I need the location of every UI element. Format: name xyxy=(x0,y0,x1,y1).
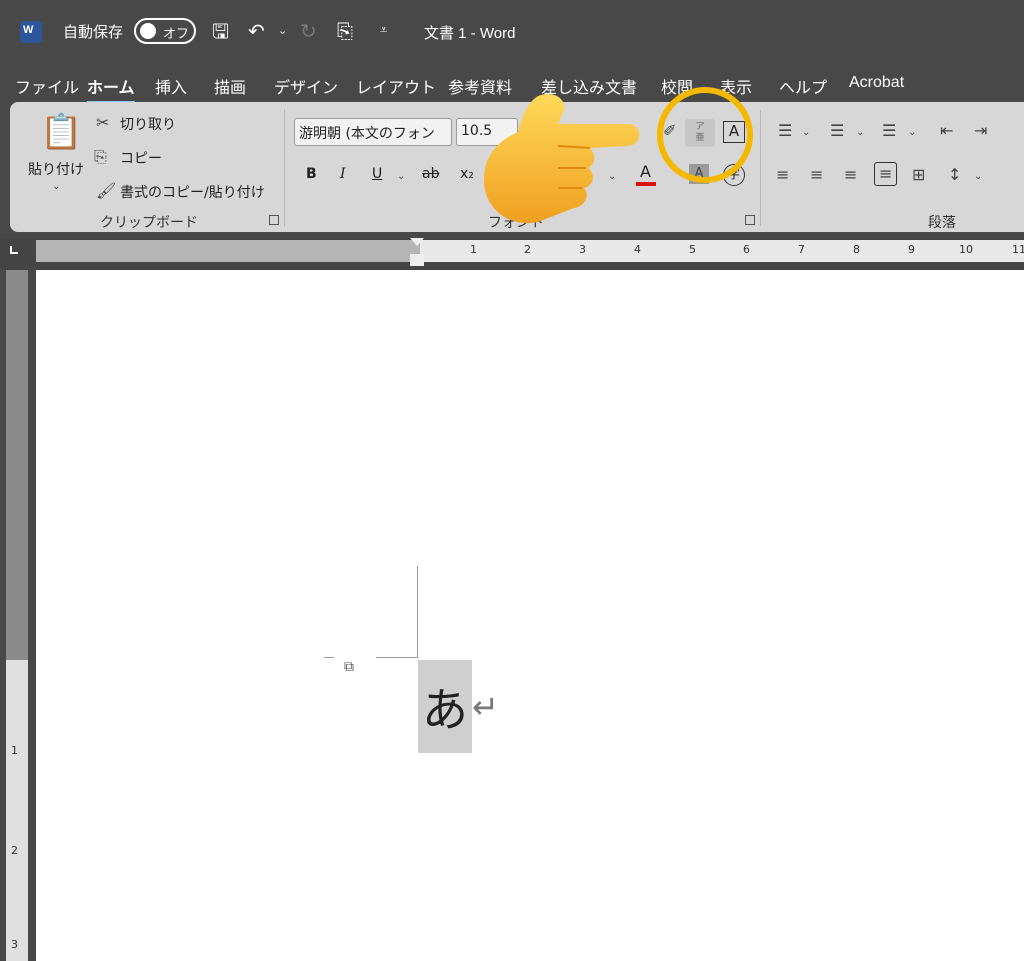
customize-toolbar-icon[interactable]: ⩡ xyxy=(380,20,387,42)
ruler-number: 9 xyxy=(908,243,915,256)
tab-draw[interactable]: 描画 xyxy=(214,74,246,98)
bold-button[interactable]: B xyxy=(306,166,317,182)
align-right-icon[interactable]: ≡ xyxy=(844,166,857,184)
ruler-number: 10 xyxy=(959,243,973,256)
paste-icon[interactable]: 📋 xyxy=(40,114,82,150)
ruler-top-margin xyxy=(6,270,28,660)
group-separator xyxy=(284,110,285,226)
multilevel-dropdown-icon[interactable]: ⌄ xyxy=(908,124,916,142)
autosave-label: 自動保存 xyxy=(63,23,124,41)
tab-file[interactable]: ファイル xyxy=(15,74,79,98)
document-text[interactable]: あ xyxy=(422,674,468,740)
tab-design[interactable]: デザイン xyxy=(274,74,338,98)
undo-icon[interactable]: ↶ xyxy=(248,20,265,42)
autosave-state: オフ xyxy=(163,27,190,42)
numbering-icon[interactable]: ☰ xyxy=(830,122,844,140)
increase-indent-icon[interactable]: ⇥ xyxy=(974,122,987,140)
ruler-number: 3 xyxy=(579,243,586,256)
bullets-icon[interactable]: ☰ xyxy=(778,122,792,140)
tab-help[interactable]: ヘルプ xyxy=(779,74,827,98)
undo-dropdown-icon[interactable]: ⌄ xyxy=(278,20,287,42)
line-spacing-dropdown-icon[interactable]: ⌄ xyxy=(974,168,982,186)
tab-acrobat[interactable]: Acrobat xyxy=(849,74,904,92)
paragraph-group-label: 段落 xyxy=(928,215,956,231)
underline-dropdown-icon[interactable]: ⌄ xyxy=(397,168,405,186)
autosave-toggle[interactable]: オフ xyxy=(134,18,196,44)
cut-button[interactable]: 切り取り xyxy=(120,114,176,134)
ruler-number: 6 xyxy=(743,243,750,256)
decrease-indent-icon[interactable]: ⇤ xyxy=(940,122,953,140)
ruler-number: 7 xyxy=(798,243,805,256)
ruler-number: 5 xyxy=(689,243,696,256)
ruler-number: 2 xyxy=(524,243,531,256)
ruler-text-area xyxy=(6,660,28,961)
copy-icon[interactable]: ⎘ xyxy=(94,148,107,166)
tab-layout[interactable]: レイアウト xyxy=(356,74,436,98)
paragraph-mark-icon: ↵ xyxy=(472,688,499,726)
format-painter-button[interactable]: 書式のコピー/貼り付け xyxy=(120,182,265,202)
copy-button[interactable]: コピー xyxy=(120,148,162,168)
justify-icon[interactable]: ≡ xyxy=(874,162,898,186)
scissors-icon[interactable]: ✂ xyxy=(96,114,109,132)
tab-insert[interactable]: 挿入 xyxy=(155,74,187,98)
clipboard-group-label: クリップボード xyxy=(100,215,198,231)
group-separator xyxy=(760,110,761,226)
italic-button[interactable]: I xyxy=(340,166,346,182)
bullets-dropdown-icon[interactable]: ⌄ xyxy=(802,124,810,142)
multilevel-list-icon[interactable]: ☰ xyxy=(882,122,896,140)
font-launcher-icon[interactable] xyxy=(745,215,755,225)
underline-button[interactable]: U xyxy=(372,166,382,182)
document-title: 文書 1 - Word xyxy=(424,25,516,42)
margin-corner-mark xyxy=(376,657,418,658)
word-icon: W xyxy=(20,21,42,43)
clipboard-quick-icon[interactable]: ⎘ xyxy=(337,20,353,42)
align-center-icon[interactable]: ≡ xyxy=(810,166,823,184)
redo-icon[interactable]: ↻ xyxy=(300,20,317,42)
highlight-ring xyxy=(657,87,753,183)
title-bar: W 自動保存 オフ 🖫 ↶ ⌄ ↻ ⎘ ⩡ 文書 1 - Word xyxy=(0,0,1024,62)
line-spacing-icon[interactable]: ↕ xyxy=(948,166,961,184)
font-name-combo[interactable]: 游明朝 (本文のフォン xyxy=(294,118,452,146)
subscript-button[interactable]: x₂ xyxy=(460,166,474,182)
ruler-number: 3 xyxy=(11,938,18,951)
ruler-text-area xyxy=(420,240,1024,262)
ruler-number: 1 xyxy=(470,243,477,256)
ruler-number: 2 xyxy=(11,844,18,857)
margin-corner-mark xyxy=(324,657,334,658)
numbering-dropdown-icon[interactable]: ⌄ xyxy=(856,124,864,142)
distributed-icon[interactable]: ⊞ xyxy=(912,166,925,184)
vertical-ruler[interactable]: 1 2 3 xyxy=(0,270,36,961)
toggle-knob xyxy=(140,23,156,39)
clipboard-launcher-icon[interactable] xyxy=(269,215,279,225)
strikethrough-button[interactable]: ab xyxy=(422,166,439,182)
format-painter-icon[interactable]: 🖌 xyxy=(96,182,116,200)
ruler-margin xyxy=(36,240,420,262)
margin-corner-mark xyxy=(417,566,418,658)
tab-home[interactable]: ホーム xyxy=(87,74,135,104)
ruler-number: 4 xyxy=(634,243,641,256)
first-line-indent-marker[interactable] xyxy=(410,238,424,246)
ruler-number: 8 xyxy=(853,243,860,256)
paste-button[interactable]: 貼り付け xyxy=(28,159,84,179)
ruler-number: 1 xyxy=(11,744,18,757)
left-indent-marker[interactable] xyxy=(410,254,424,266)
paste-options-icon[interactable]: ⧉ xyxy=(344,659,354,675)
document-page[interactable]: ⧉ あ ↵ xyxy=(36,270,1024,961)
save-icon[interactable]: 🖫 xyxy=(212,20,229,42)
align-left-icon[interactable]: ≡ xyxy=(776,166,789,184)
paste-dropdown-icon[interactable]: ⌄ xyxy=(52,178,60,196)
pointing-hand-icon xyxy=(484,93,640,224)
horizontal-ruler[interactable]: 1 2 3 4 5 6 7 8 9 10 11 xyxy=(0,238,1024,270)
word-window: W 自動保存 オフ 🖫 ↶ ⌄ ↻ ⎘ ⩡ 文書 1 - Word ファイル ホ… xyxy=(0,0,1024,961)
ruler-number: 11 xyxy=(1012,243,1024,256)
tab-selector-icon[interactable] xyxy=(10,246,18,254)
